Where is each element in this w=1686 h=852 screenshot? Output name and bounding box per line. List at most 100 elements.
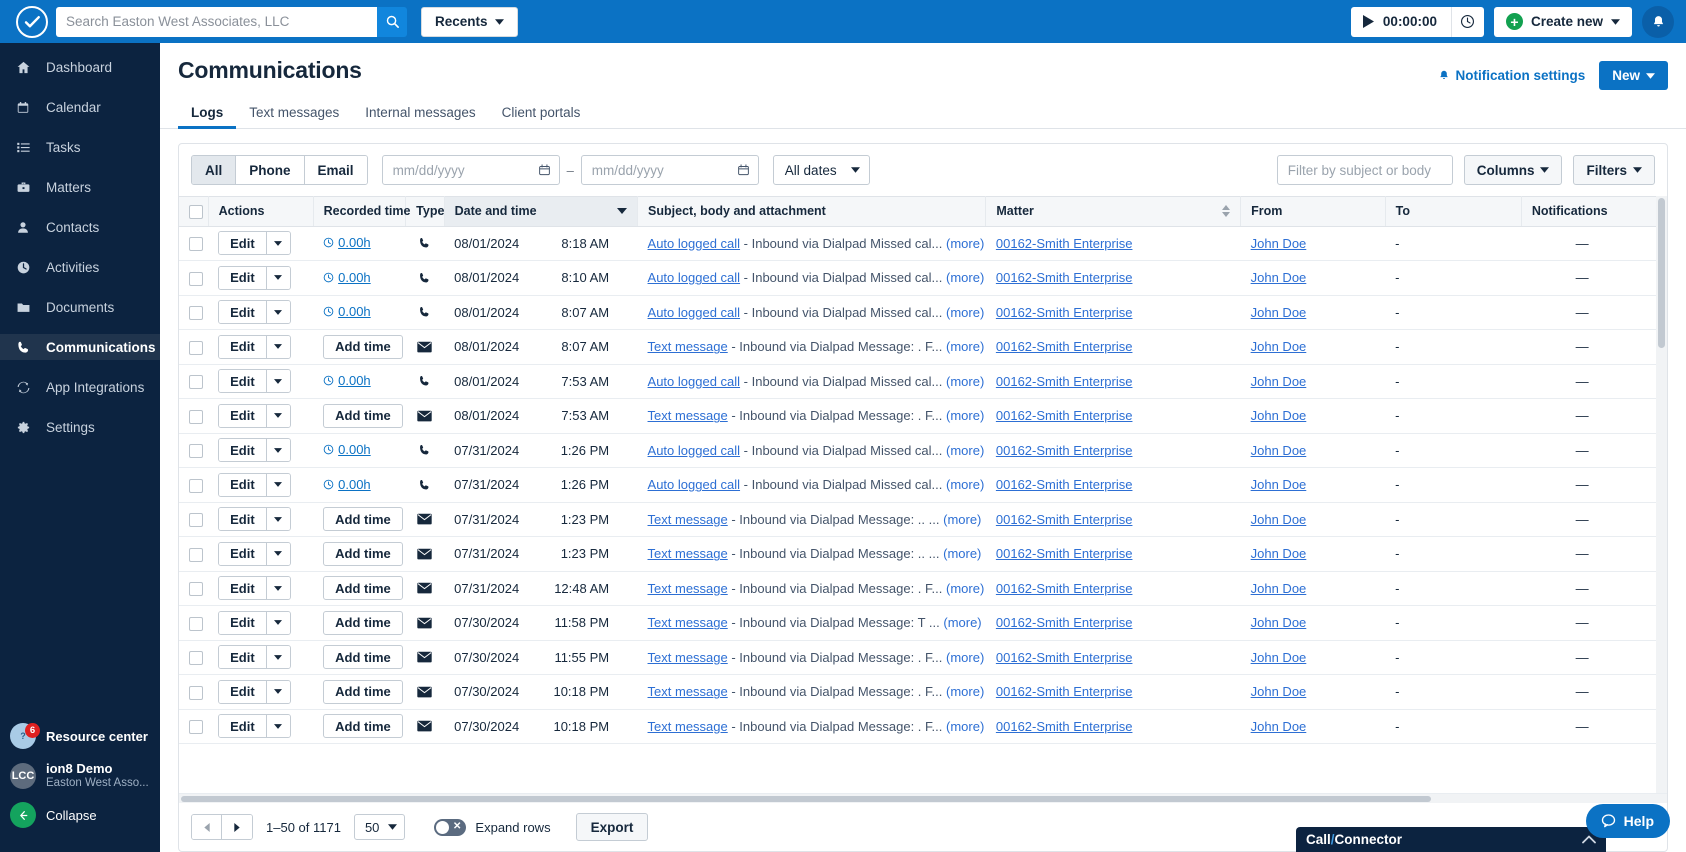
from-link[interactable]: John Doe: [1251, 650, 1307, 665]
sidebar-item-dashboard[interactable]: Dashboard: [0, 54, 160, 80]
table-row[interactable]: Edit 0.00h 08/01/2024 8:10 AM Auto logged ca…: [179, 260, 1667, 296]
edit-split-button[interactable]: Edit: [218, 714, 291, 739]
from-link[interactable]: John Doe: [1251, 305, 1307, 320]
edit-button[interactable]: Edit: [219, 439, 267, 462]
subject-more-link[interactable]: (more): [946, 719, 984, 734]
from-link[interactable]: John Doe: [1251, 546, 1307, 561]
tab-text-messages[interactable]: Text messages: [236, 100, 352, 128]
recents-button[interactable]: Recents: [421, 6, 518, 37]
subject-link[interactable]: Auto logged call: [648, 477, 741, 492]
row-checkbox[interactable]: [189, 582, 203, 597]
vertical-scrollbar-thumb[interactable]: [1658, 198, 1665, 348]
resource-center-button[interactable]: ? 6 Resource center: [0, 717, 160, 755]
recorded-time-link[interactable]: 0.00h: [323, 442, 371, 457]
tab-logs[interactable]: Logs: [178, 100, 237, 129]
matter-link[interactable]: 00162-Smith Enterprise: [996, 512, 1133, 527]
edit-button[interactable]: Edit: [219, 646, 267, 669]
sidebar-item-tasks[interactable]: Tasks: [0, 134, 160, 160]
th-select-all[interactable]: [179, 196, 209, 227]
subject-more-link[interactable]: (more): [946, 270, 984, 285]
subject-link[interactable]: Text message: [648, 719, 728, 734]
edit-dropdown-toggle[interactable]: [266, 577, 290, 600]
table-row[interactable]: Edit Add time 07/30/2024 10:18 PM Text messa…: [179, 709, 1667, 745]
edit-split-button[interactable]: Edit: [218, 403, 291, 428]
expand-rows-toggle[interactable]: ✕: [434, 818, 467, 836]
add-time-button[interactable]: Add time: [323, 610, 403, 635]
add-time-button[interactable]: Add time: [323, 334, 403, 359]
recorded-time-link[interactable]: 0.00h: [323, 477, 371, 492]
subject-filter-input[interactable]: [1276, 155, 1453, 185]
row-select-cell[interactable]: [179, 433, 209, 469]
add-time-button[interactable]: Add time: [323, 714, 403, 739]
sidebar-item-communications[interactable]: Communications: [0, 334, 160, 360]
edit-dropdown-toggle[interactable]: [266, 370, 290, 393]
columns-button[interactable]: Columns: [1463, 155, 1563, 185]
row-select-cell[interactable]: [179, 398, 209, 434]
from-link[interactable]: John Doe: [1251, 339, 1307, 354]
sidebar-item-calendar[interactable]: Calendar: [0, 94, 160, 120]
edit-split-button[interactable]: Edit: [218, 300, 291, 325]
edit-dropdown-toggle[interactable]: [266, 266, 290, 289]
tab-internal-messages[interactable]: Internal messages: [352, 100, 488, 128]
date-from-field[interactable]: [381, 155, 560, 185]
edit-dropdown-toggle[interactable]: [266, 439, 290, 462]
subject-more-link[interactable]: (more): [946, 477, 984, 492]
row-checkbox[interactable]: [189, 685, 203, 700]
edit-dropdown-toggle[interactable]: [266, 715, 290, 738]
edit-split-button[interactable]: Edit: [218, 231, 291, 256]
edit-dropdown-toggle[interactable]: [266, 301, 290, 324]
matter-link[interactable]: 00162-Smith Enterprise: [996, 684, 1133, 699]
edit-button[interactable]: Edit: [219, 266, 267, 289]
all-dates-dropdown[interactable]: All dates: [772, 155, 870, 185]
edit-button[interactable]: Edit: [219, 611, 267, 634]
row-select-cell[interactable]: [179, 329, 209, 365]
edit-split-button[interactable]: Edit: [218, 610, 291, 635]
collapse-button[interactable]: Collapse: [0, 796, 160, 834]
edit-button[interactable]: Edit: [219, 404, 267, 427]
matter-link[interactable]: 00162-Smith Enterprise: [996, 270, 1133, 285]
edit-dropdown-toggle[interactable]: [266, 335, 290, 358]
edit-split-button[interactable]: Edit: [218, 472, 291, 497]
edit-dropdown-toggle[interactable]: [266, 680, 290, 703]
recorded-time-link[interactable]: 0.00h: [323, 373, 371, 388]
select-all-checkbox[interactable]: [189, 204, 203, 219]
subject-link[interactable]: Auto logged call: [648, 236, 741, 251]
subject-more-link[interactable]: (more): [946, 650, 984, 665]
table-row[interactable]: Edit Add time 07/30/2024 11:58 PM Text messa…: [179, 605, 1667, 641]
subject-more-link[interactable]: (more): [946, 581, 984, 596]
sidebar-item-settings[interactable]: Settings: [0, 414, 160, 440]
horizontal-scrollbar-thumb[interactable]: [181, 796, 1431, 802]
row-checkbox[interactable]: [189, 720, 203, 735]
sidebar-item-app-integrations[interactable]: App Integrations: [0, 374, 160, 400]
timer-history-button[interactable]: [1452, 7, 1484, 37]
subject-more-link[interactable]: (more): [946, 443, 984, 458]
matter-link[interactable]: 00162-Smith Enterprise: [996, 408, 1133, 423]
segment-email[interactable]: Email: [304, 156, 367, 184]
matter-link[interactable]: 00162-Smith Enterprise: [996, 236, 1133, 251]
from-link[interactable]: John Doe: [1251, 581, 1307, 596]
subject-link[interactable]: Auto logged call: [648, 305, 741, 320]
edit-split-button[interactable]: Edit: [218, 507, 291, 532]
row-select-cell[interactable]: [179, 709, 209, 745]
from-link[interactable]: John Doe: [1251, 477, 1307, 492]
create-new-button[interactable]: + Create new: [1493, 6, 1632, 37]
from-link[interactable]: John Doe: [1251, 374, 1307, 389]
date-from-input[interactable]: [392, 162, 538, 178]
subject-link[interactable]: Text message: [648, 408, 728, 423]
from-link[interactable]: John Doe: [1251, 443, 1307, 458]
edit-dropdown-toggle[interactable]: [266, 232, 290, 255]
matter-link[interactable]: 00162-Smith Enterprise: [996, 615, 1133, 630]
edit-button[interactable]: Edit: [219, 370, 267, 393]
row-checkbox[interactable]: [189, 547, 203, 562]
matter-link[interactable]: 00162-Smith Enterprise: [996, 650, 1133, 665]
edit-dropdown-toggle[interactable]: [266, 611, 290, 634]
row-select-cell[interactable]: [179, 226, 209, 262]
row-checkbox[interactable]: [189, 513, 203, 528]
edit-button[interactable]: Edit: [219, 301, 267, 324]
page-size-dropdown[interactable]: 50: [353, 814, 406, 840]
edit-dropdown-toggle[interactable]: [266, 542, 290, 565]
sidebar-item-contacts[interactable]: Contacts: [0, 214, 160, 240]
subject-more-link[interactable]: (more): [946, 408, 984, 423]
date-to-field[interactable]: [580, 155, 759, 185]
sidebar-item-activities[interactable]: Activities: [0, 254, 160, 280]
